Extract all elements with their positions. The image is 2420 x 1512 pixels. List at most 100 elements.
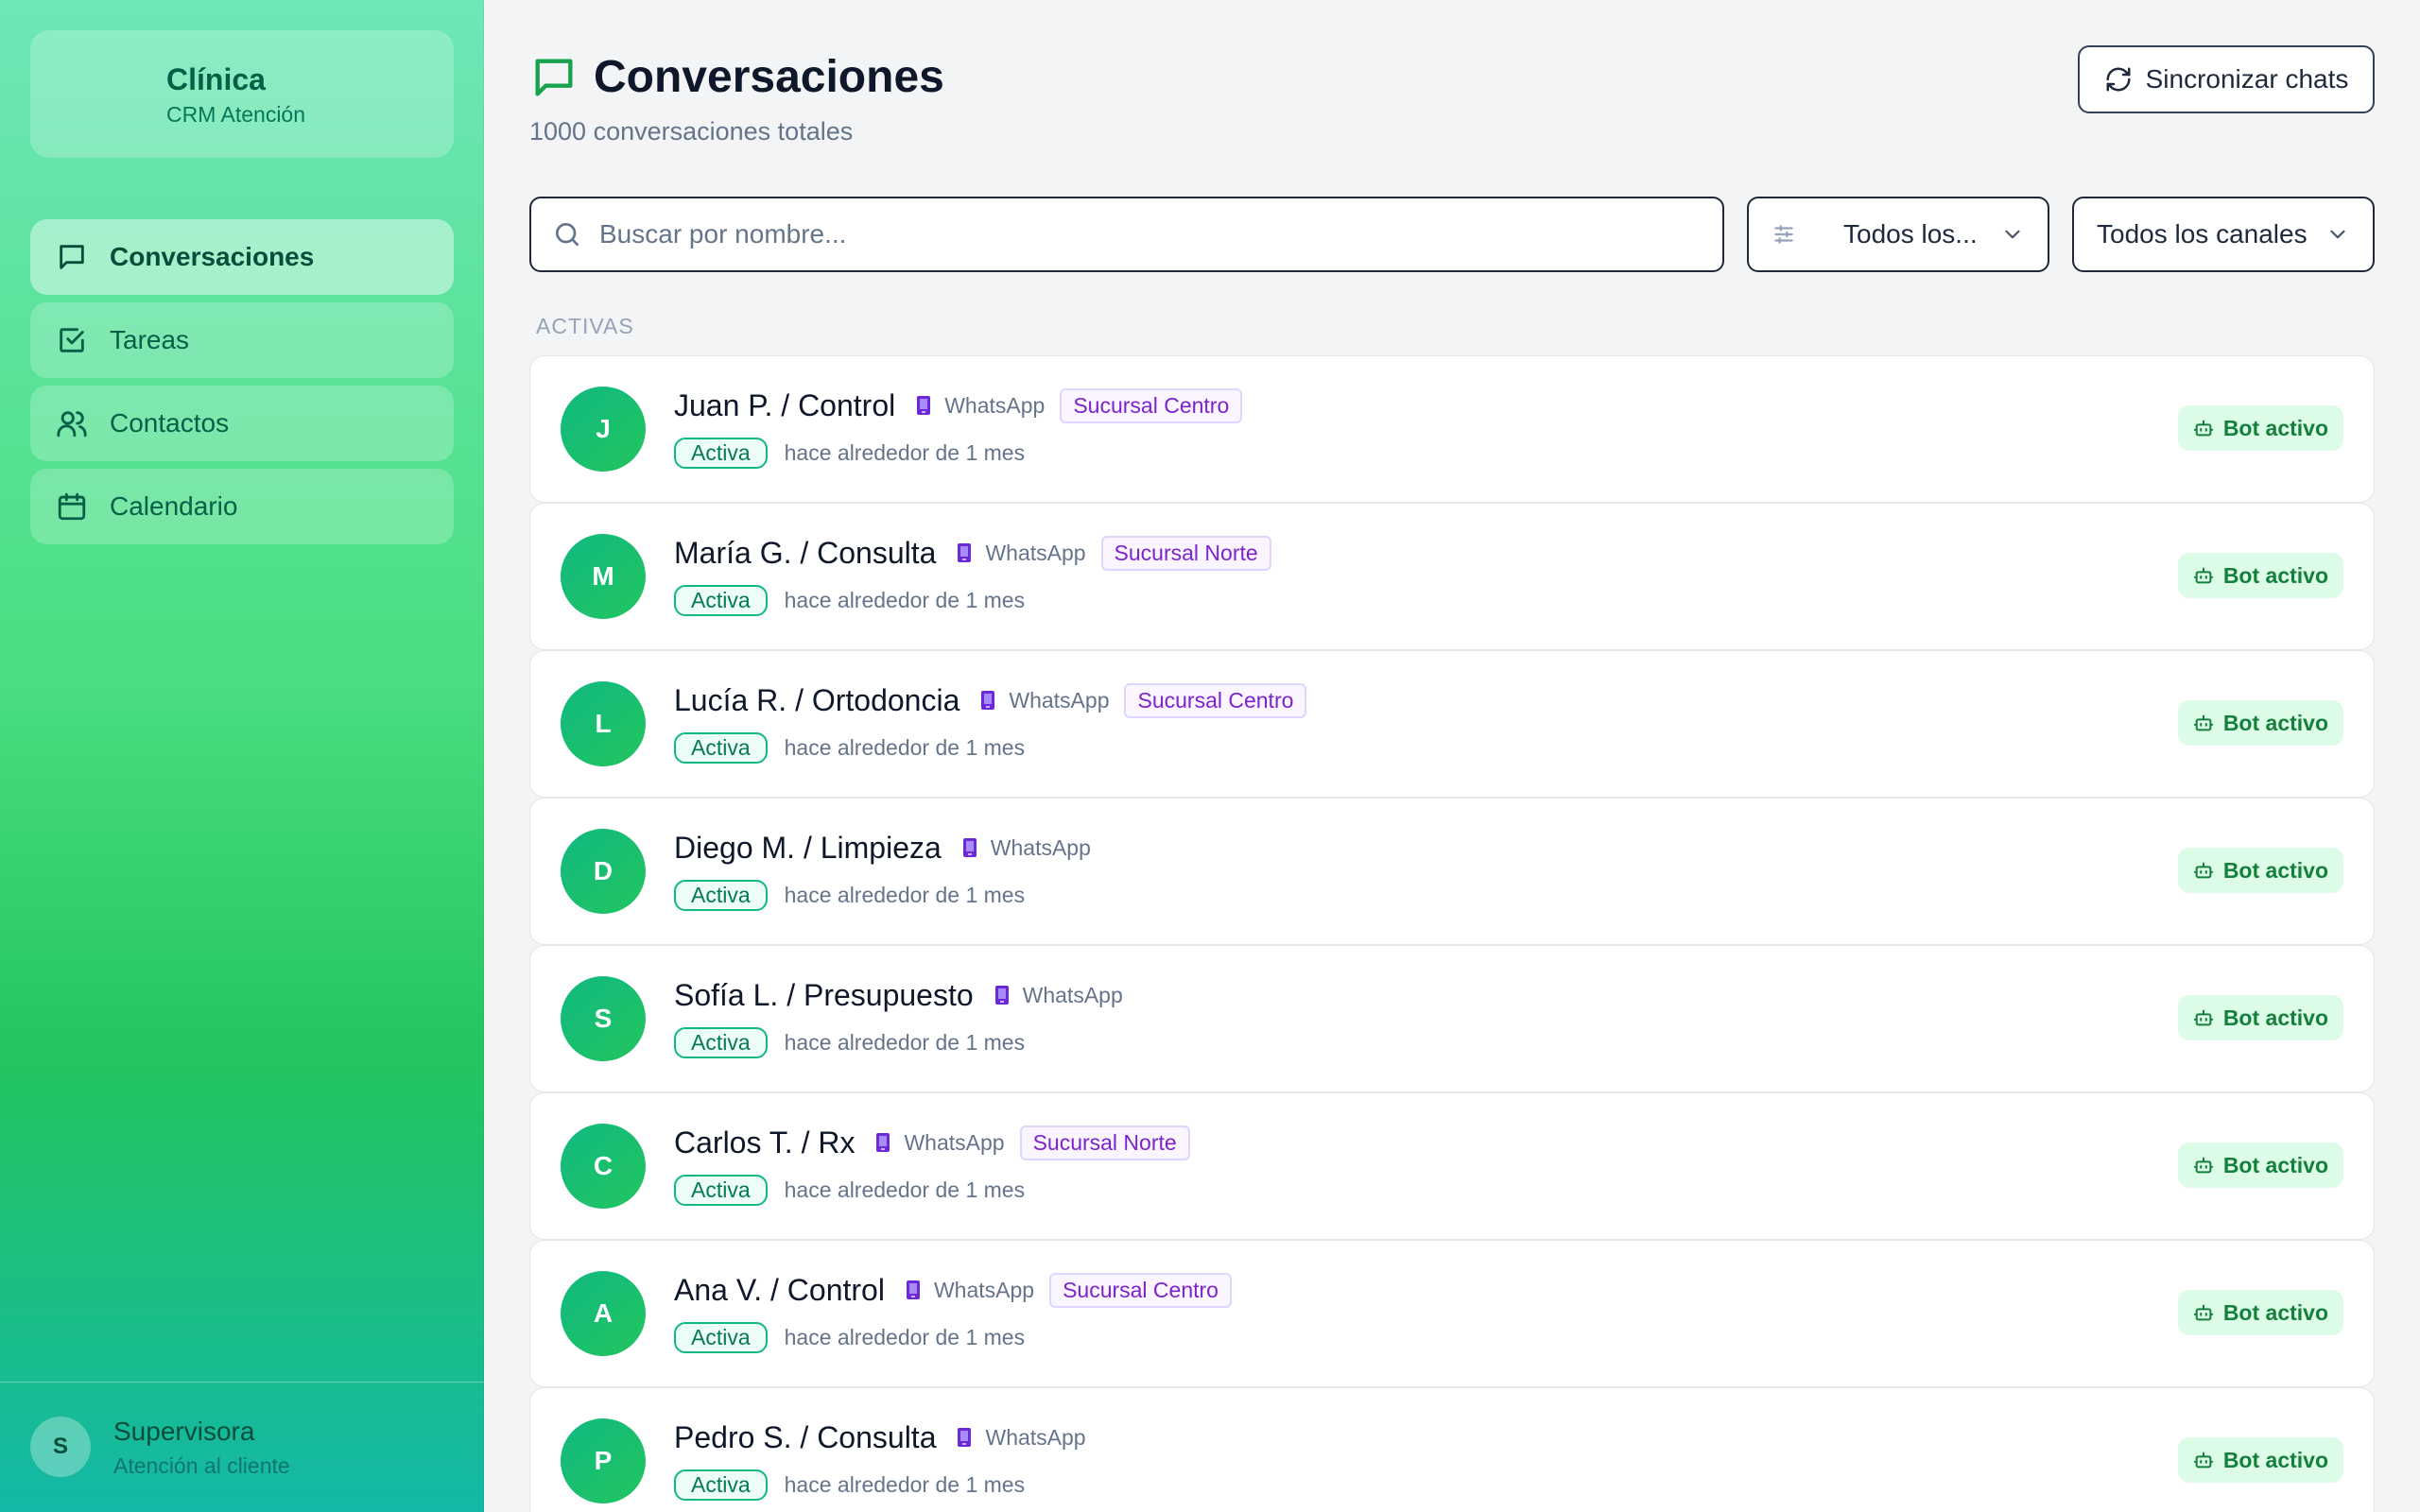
channel-label: WhatsApp: [990, 834, 1091, 860]
calendar-icon: [55, 490, 89, 524]
conversation-row[interactable]: A Ana V. / Control WhatsApp Sucursal Cen…: [529, 1240, 2375, 1387]
refresh-icon: [2106, 67, 2131, 92]
conversation-row[interactable]: J Juan P. / Control WhatsApp Sucursal Ce…: [529, 355, 2375, 503]
sliders-icon: [1774, 225, 1793, 244]
bot-icon: [2193, 567, 2213, 584]
bot-status-label: Bot activo: [2222, 1447, 2328, 1472]
bot-icon: [2193, 1452, 2213, 1469]
conversation-name: Diego M. / Limpieza: [674, 830, 942, 865]
bot-status-label: Bot activo: [2222, 415, 2328, 440]
sidebar-item-conversaciones[interactable]: Conversaciones: [30, 219, 454, 295]
channel-label: WhatsApp: [985, 1424, 1086, 1450]
brand-title: Clínica: [166, 62, 266, 96]
bot-status-badge[interactable]: Bot activo: [2177, 848, 2343, 893]
phone-icon: [957, 1427, 972, 1448]
bot-status-label: Bot activo: [2222, 1005, 2328, 1030]
bot-icon: [2193, 862, 2213, 879]
bot-icon: [2193, 1304, 2213, 1321]
users-icon: [55, 406, 89, 440]
conversation-name: Lucía R. / Ortodoncia: [674, 682, 960, 717]
conversation-row[interactable]: P Pedro S. / Consulta WhatsApp Activa ha…: [529, 1387, 2375, 1512]
sidebar-item-label: Conversaciones: [110, 242, 315, 271]
page-subtitle: 1000 conversaciones totales: [529, 117, 854, 146]
avatar: A: [561, 1271, 646, 1356]
bot-status-label: Bot activo: [2222, 710, 2328, 735]
last-activity-time: hace alrededor de 1 mes: [784, 1029, 1026, 1055]
search-input[interactable]: [599, 219, 1686, 249]
check-square-icon: [55, 323, 89, 357]
branch-badge: Sucursal Centro: [1060, 387, 1243, 423]
status-badge: Activa: [674, 584, 768, 616]
message-square-icon: [529, 53, 579, 107]
sidebar-item-label: Contactos: [110, 408, 230, 438]
last-activity-time: hace alrededor de 1 mes: [784, 1177, 1026, 1202]
sidebar-item-calendario[interactable]: Calendario: [30, 469, 454, 544]
avatar: L: [561, 681, 646, 766]
status-badge: Activa: [674, 437, 768, 469]
bot-status-badge[interactable]: Bot activo: [2177, 1290, 2343, 1335]
chevron-down-icon: [2330, 230, 2345, 239]
channel-label: WhatsApp: [1009, 687, 1110, 713]
phone-icon: [962, 837, 977, 858]
sidebar-item-contactos[interactable]: Contactos: [30, 386, 454, 461]
sync-chats-label: Sincronizar chats: [2145, 64, 2349, 94]
bot-status-badge[interactable]: Bot activo: [2177, 1437, 2343, 1483]
conversation-row[interactable]: D Diego M. / Limpieza WhatsApp Activa ha…: [529, 798, 2375, 945]
brand-subtitle: CRM Atención: [166, 102, 306, 127]
phone-icon: [906, 1280, 921, 1300]
channel-label: WhatsApp: [985, 540, 1086, 565]
branch-badge: Sucursal Centro: [1049, 1272, 1232, 1308]
chevron-down-icon: [2005, 230, 2020, 239]
sidebar-nav: Conversaciones Tareas Contactos Calendar…: [30, 219, 454, 552]
last-activity-time: hace alrededor de 1 mes: [784, 882, 1026, 907]
conversation-list: J Juan P. / Control WhatsApp Sucursal Ce…: [529, 355, 2375, 1512]
phone-icon: [994, 985, 1010, 1005]
sidebar-item-label: Calendario: [110, 491, 238, 521]
conversation-name: Ana V. / Control: [674, 1272, 885, 1307]
conversation-name: Carlos T. / Rx: [674, 1125, 856, 1160]
channel-label: WhatsApp: [904, 1129, 1005, 1155]
sidebar-item-tareas[interactable]: Tareas: [30, 302, 454, 378]
bot-status-badge[interactable]: Bot activo: [2177, 995, 2343, 1040]
conversation-row[interactable]: L Lucía R. / Ortodoncia WhatsApp Sucursa…: [529, 650, 2375, 798]
bot-status-badge[interactable]: Bot activo: [2177, 553, 2343, 598]
channel-filter-select[interactable]: Todos los canales: [2072, 197, 2375, 272]
avatar: J: [561, 387, 646, 472]
avatar: P: [561, 1418, 646, 1503]
status-badge: Activa: [674, 1321, 768, 1353]
status-badge: Activa: [674, 879, 768, 911]
conversation-row[interactable]: S Sofía L. / Presupuesto WhatsApp Activa…: [529, 945, 2375, 1092]
avatar: S: [561, 976, 646, 1061]
bot-status-badge[interactable]: Bot activo: [2177, 700, 2343, 746]
search-icon: [556, 223, 579, 246]
user-panel[interactable]: S Supervisora Atención al cliente: [0, 1382, 484, 1512]
conversation-name: Juan P. / Control: [674, 387, 896, 422]
avatar: S: [30, 1417, 91, 1477]
user-name: Supervisora: [113, 1417, 255, 1446]
bot-status-label: Bot activo: [2222, 857, 2328, 883]
channel-label: WhatsApp: [944, 392, 1046, 418]
search-box: [529, 197, 1724, 272]
last-activity-time: hace alrededor de 1 mes: [784, 587, 1026, 612]
branch-badge: Sucursal Centro: [1124, 682, 1307, 718]
message-square-icon: [55, 240, 89, 274]
conversation-row[interactable]: M María G. / Consulta WhatsApp Sucursal …: [529, 503, 2375, 650]
sidebar-item-label: Tareas: [110, 325, 190, 354]
bot-status-badge[interactable]: Bot activo: [2177, 1143, 2343, 1188]
branch-badge: Sucursal Norte: [1019, 1125, 1190, 1160]
conversation-name: María G. / Consulta: [674, 535, 937, 570]
sync-chats-button[interactable]: Sincronizar chats: [2078, 45, 2375, 113]
channel-filter-value: Todos los canales: [2097, 219, 2308, 249]
phone-icon: [957, 542, 972, 563]
channel-label: WhatsApp: [1022, 982, 1123, 1007]
status-filter-select[interactable]: Todos los...: [1747, 197, 2049, 272]
bot-icon: [2193, 420, 2213, 437]
status-filter-value: Todos los...: [1843, 219, 1978, 249]
brand-card[interactable]: Clínica CRM Atención: [30, 30, 454, 158]
status-badge: Activa: [674, 731, 768, 764]
conversation-name: Pedro S. / Consulta: [674, 1419, 937, 1454]
conversation-row[interactable]: C Carlos T. / Rx WhatsApp Sucursal Norte…: [529, 1092, 2375, 1240]
last-activity-time: hace alrededor de 1 mes: [784, 734, 1026, 760]
bot-status-label: Bot activo: [2222, 562, 2328, 588]
bot-status-badge[interactable]: Bot activo: [2177, 405, 2343, 451]
